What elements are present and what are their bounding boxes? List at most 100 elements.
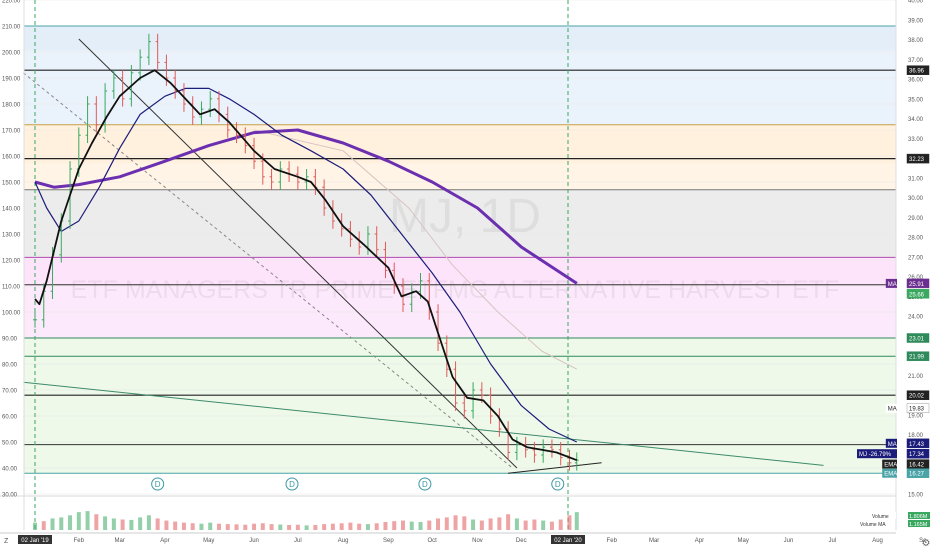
volume-ma-label: Volume MA [860, 522, 886, 528]
x-axis-tick-label: Sep [383, 538, 394, 544]
volume-bar [549, 521, 554, 530]
left-axis-tick-label: 40.00 [2, 467, 18, 473]
volume-bar [111, 518, 116, 530]
volume-bar [59, 517, 64, 530]
left-axis-tick-label: 180.00 [2, 103, 21, 109]
volume-bar [164, 520, 169, 530]
volume-bar [567, 515, 572, 530]
volume-bar [383, 522, 388, 530]
left-axis-tick-label: 200.00 [2, 51, 21, 57]
right-axis-tick-label: 30.00 [908, 196, 924, 202]
price-tag-value: 16.27 [909, 472, 925, 478]
left-axis-tick-label: 110.00 [2, 285, 21, 291]
volume-bar [208, 522, 213, 530]
gear-icon[interactable]: ⚙ [920, 535, 932, 549]
volume-bar [574, 512, 579, 530]
price-tag-value: 17.43 [909, 442, 925, 448]
x-axis-tick-label: 02 Jan '20 [554, 538, 582, 544]
x-axis-tick-label: 02 Jan '19 [21, 538, 49, 544]
price-tag-value: 36.96 [909, 69, 925, 75]
x-axis-tick-label: May [203, 538, 214, 544]
x-axis-tick-label: Aug [338, 538, 349, 544]
left-axis-tick-label: 170.00 [2, 129, 21, 135]
watermark-name: ETF MANAGERS TR PRIME ETFMG ALTERNATIVE … [71, 276, 840, 304]
right-axis-tick-label: 19.00 [908, 413, 924, 419]
volume-bar [348, 522, 353, 530]
right-axis-tick-label: 18.00 [908, 433, 924, 439]
left-axis-tick-label: 140.00 [2, 207, 21, 213]
left-axis-tick-label: 100.00 [2, 311, 21, 317]
volume-bar [523, 520, 528, 530]
volume-label: Volume [872, 514, 889, 520]
svg-text:⚙: ⚙ [922, 538, 931, 549]
volume-bar [330, 523, 335, 530]
price-tag-value: 20.02 [909, 394, 925, 400]
volume-bar [129, 519, 134, 530]
left-axis-tick-label: 120.00 [2, 259, 21, 265]
price-tag-prefix: MA [888, 442, 897, 448]
volume-bar [409, 521, 414, 530]
price-tag-value: 16.42 [909, 463, 925, 469]
volume-bar [146, 515, 151, 530]
x-axis-tick-label: Apr [160, 538, 169, 544]
scale-toggle-button[interactable]: Z [4, 538, 8, 545]
chart[interactable]: MJ, 1D ETF MANAGERS TR PRIME ETFMG ALTERN… [0, 0, 932, 550]
right-axis-tick-label: 36.00 [908, 78, 924, 84]
dividend-marker-label: D [555, 480, 561, 489]
price-tag-value: 25.66 [909, 292, 925, 298]
volume-bar [50, 518, 55, 530]
price-zone-band [24, 163, 896, 190]
price-tag-value: 32.23 [909, 157, 925, 163]
x-axis-tick-label: Mar [649, 538, 659, 544]
x-axis-tick-label: Jun [249, 538, 259, 544]
volume-bar [68, 515, 73, 530]
volume-bar [190, 523, 195, 530]
price-tag-prefix: MJ -26.79% [859, 452, 892, 458]
volume-bar [357, 523, 362, 530]
volume-bar [85, 511, 90, 530]
volume-value: 1.806M [909, 514, 928, 520]
volume-bar [155, 518, 160, 530]
x-axis-tick-label: Dec [516, 538, 527, 544]
right-axis-tick-label: 28.00 [908, 236, 924, 242]
right-axis-tick-label: 31.00 [908, 176, 924, 182]
volume-bar [304, 525, 309, 530]
volume-bar [313, 524, 318, 530]
volume-bar [181, 522, 186, 530]
volume-bar [260, 523, 265, 530]
left-axis-tick-label: 80.00 [2, 363, 18, 369]
volume-bar [374, 523, 379, 530]
price-zone-band [24, 26, 896, 51]
x-axis-tick-label: Feb [607, 538, 618, 544]
dividend-marker-label: D [155, 480, 161, 489]
right-axis-tick-label: 39.00 [908, 18, 924, 24]
right-axis-tick-label: 34.00 [908, 117, 924, 123]
volume-bar [462, 516, 467, 530]
left-axis-tick-label: 30.00 [2, 493, 18, 499]
left-axis-tick-label: 50.00 [2, 441, 18, 447]
left-axis-tick-label: 220.00 [2, 0, 21, 5]
price-tag-value: 23.01 [909, 337, 925, 343]
chart-canvas[interactable]: MJ, 1D ETF MANAGERS TR PRIME ETFMG ALTERN… [0, 0, 932, 550]
right-axis-tick-label: 40.00 [908, 0, 924, 5]
price-tag-prefix: MA [888, 407, 897, 413]
volume-bar [514, 518, 519, 530]
volume-bar [471, 519, 476, 530]
volume-bar [295, 524, 300, 530]
price-tag-value: 19.83 [909, 407, 925, 413]
volume-bar [103, 516, 108, 530]
volume-bar [558, 519, 563, 530]
volume-bar [506, 514, 511, 530]
volume-bar [216, 523, 221, 530]
price-tag-value: 17.34 [909, 452, 925, 458]
volume-bar [173, 521, 178, 530]
x-axis-tick-label: Jul [294, 538, 302, 544]
x-axis-tick-label: Jun [784, 538, 794, 544]
x-axis-tick-label: Apr [695, 538, 704, 544]
volume-bar [453, 515, 458, 530]
dividend-marker-label: D [289, 480, 295, 489]
volume-bar [365, 524, 370, 530]
right-axis-tick-label: 21.00 [908, 374, 924, 380]
left-axis-tick-label: 130.00 [2, 233, 21, 239]
volume-bar [444, 517, 449, 530]
